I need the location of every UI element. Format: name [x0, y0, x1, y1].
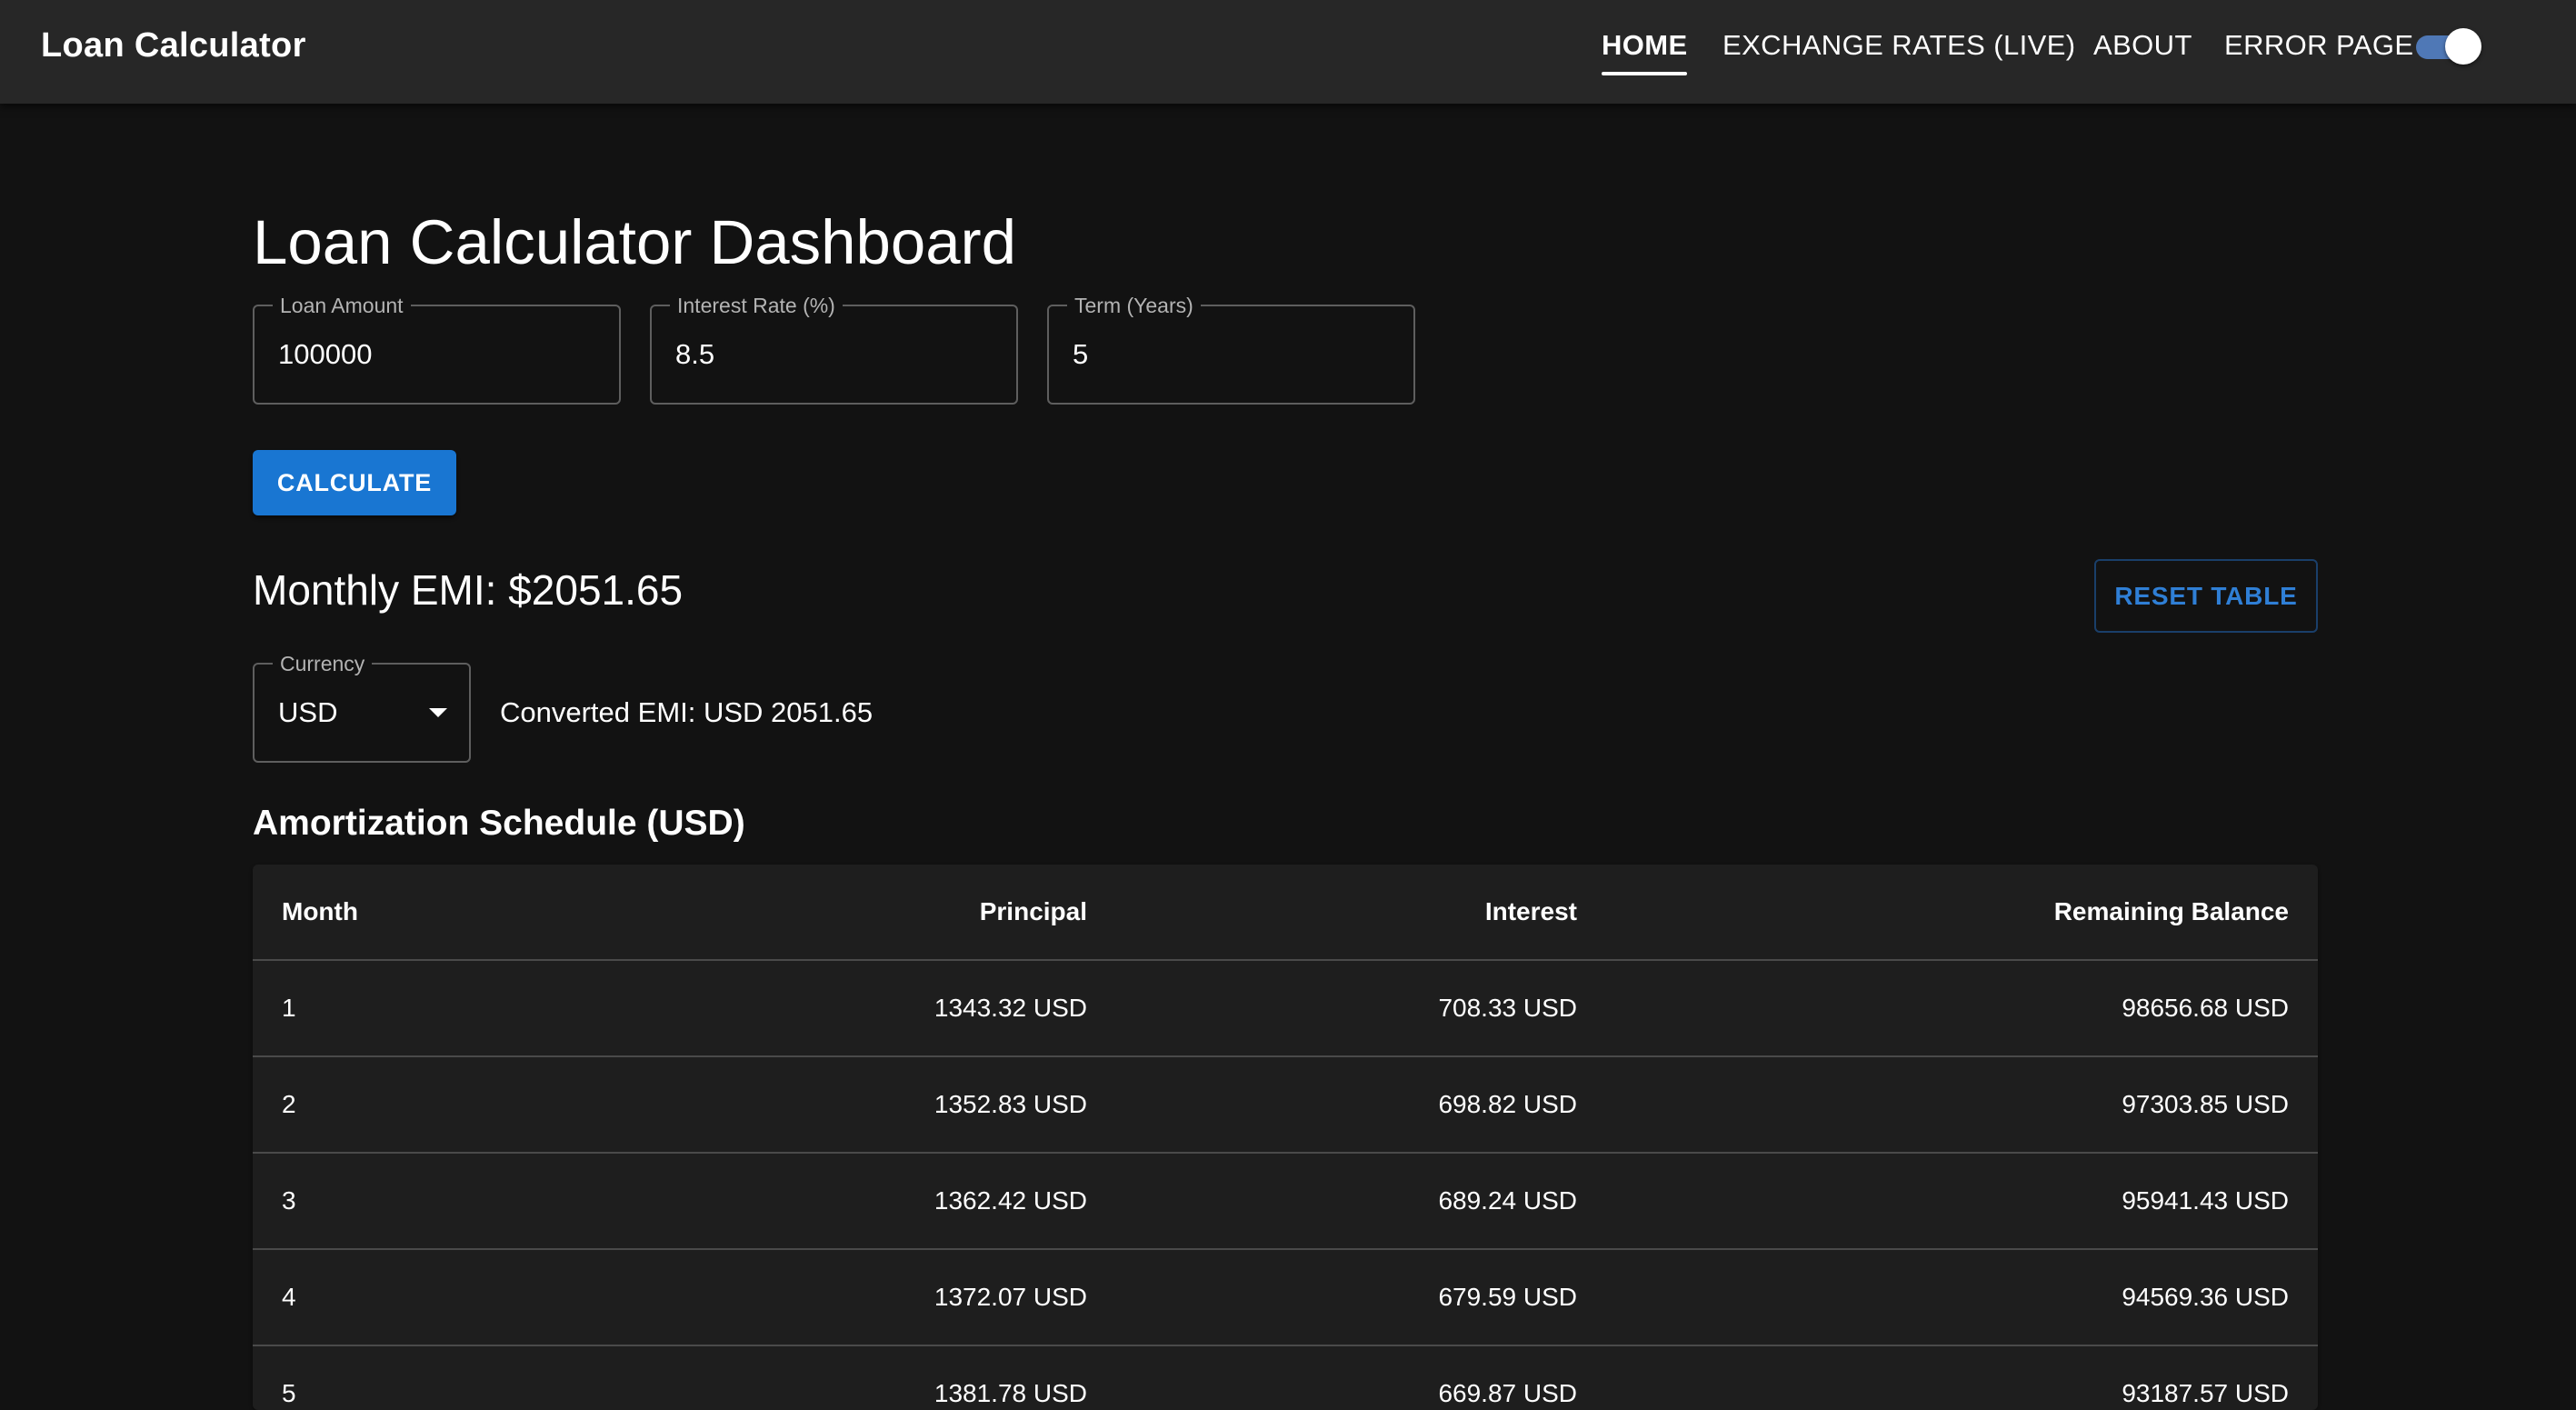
cell-interest: 708.33 USD — [1438, 994, 1577, 1022]
nav-about[interactable]: ABOUT — [2093, 0, 2192, 91]
cell-month: 3 — [282, 1186, 296, 1215]
app-brand[interactable]: Loan Calculator — [41, 0, 306, 91]
cell-month: 2 — [282, 1090, 296, 1118]
table-row: 2 1352.83 USD 698.82 USD 97303.85 USD — [253, 1057, 2318, 1154]
table-row: 4 1372.07 USD 679.59 USD 94569.36 USD — [253, 1250, 2318, 1346]
cell-interest: 689.24 USD — [1438, 1186, 1577, 1215]
converted-emi: Converted EMI: USD 2051.65 — [500, 696, 874, 728]
loan-amount-field[interactable]: Loan Amount 100000 — [253, 293, 621, 405]
cell-remaining-balance: 98656.68 USD — [2122, 994, 2289, 1022]
cell-remaining-balance: 95941.43 USD — [2122, 1186, 2289, 1215]
amortization-table: Month Principal Interest Remaining Balan… — [253, 865, 2318, 1410]
cell-principal: 1343.32 USD — [934, 994, 1087, 1022]
cell-month: 1 — [282, 994, 296, 1022]
header-interest: Interest — [1484, 897, 1577, 925]
nav-home[interactable]: HOME — [1602, 0, 1688, 91]
loan-amount-input[interactable]: 100000 — [278, 306, 372, 403]
interest-rate-input[interactable]: 8.5 — [675, 306, 714, 403]
schedule-title: Amortization Schedule (USD) — [253, 804, 745, 843]
term-input[interactable]: 5 — [1073, 306, 1088, 403]
table-row: 1 1343.32 USD 708.33 USD 98656.68 USD — [253, 961, 2318, 1057]
app-bar: Loan Calculator HOME EXCHANGE RATES (LIV… — [0, 0, 2576, 104]
header-principal: Principal — [979, 897, 1087, 925]
page-title: Loan Calculator Dashboard — [253, 207, 1017, 277]
cell-principal: 1362.42 USD — [934, 1186, 1087, 1215]
reset-table-button[interactable]: RESET TABLE — [2094, 559, 2318, 633]
cell-interest: 679.59 USD — [1438, 1283, 1577, 1311]
table-row: 5 1381.78 USD 669.87 USD 93187.57 USD — [253, 1346, 2318, 1410]
nav-active-indicator — [1602, 72, 1687, 75]
interest-rate-field[interactable]: Interest Rate (%) 8.5 — [650, 293, 1018, 405]
cell-principal: 1381.78 USD — [934, 1379, 1087, 1407]
cell-principal: 1372.07 USD — [934, 1283, 1087, 1311]
nav-error-page[interactable]: ERROR PAGE — [2224, 0, 2413, 91]
cell-month: 4 — [282, 1283, 296, 1311]
theme-toggle[interactable] — [2414, 28, 2487, 65]
table-header-row: Month Principal Interest Remaining Balan… — [253, 865, 2318, 961]
calculate-button[interactable]: CALCULATE — [253, 450, 456, 515]
cell-remaining-balance: 94569.36 USD — [2122, 1283, 2289, 1311]
header-month: Month — [282, 897, 358, 925]
currency-select[interactable]: Currency USD — [253, 651, 471, 763]
cell-interest: 698.82 USD — [1438, 1090, 1577, 1118]
dropdown-arrow-icon[interactable] — [429, 708, 447, 717]
cell-remaining-balance: 93187.57 USD — [2122, 1379, 2289, 1407]
cell-principal: 1352.83 USD — [934, 1090, 1087, 1118]
cell-remaining-balance: 97303.85 USD — [2122, 1090, 2289, 1118]
currency-value[interactable]: USD — [278, 665, 337, 761]
table-row: 3 1362.42 USD 689.24 USD 95941.43 USD — [253, 1154, 2318, 1250]
nav-exchange-rates[interactable]: EXCHANGE RATES (LIVE) — [1722, 0, 2076, 91]
cell-month: 5 — [282, 1379, 296, 1407]
header-remaining-balance: Remaining Balance — [2053, 897, 2289, 925]
cell-interest: 669.87 USD — [1438, 1379, 1577, 1407]
term-field[interactable]: Term (Years) 5 — [1047, 293, 1415, 405]
monthly-emi: Monthly EMI: $2051.65 — [253, 566, 684, 614]
theme-toggle-thumb — [2445, 28, 2481, 65]
